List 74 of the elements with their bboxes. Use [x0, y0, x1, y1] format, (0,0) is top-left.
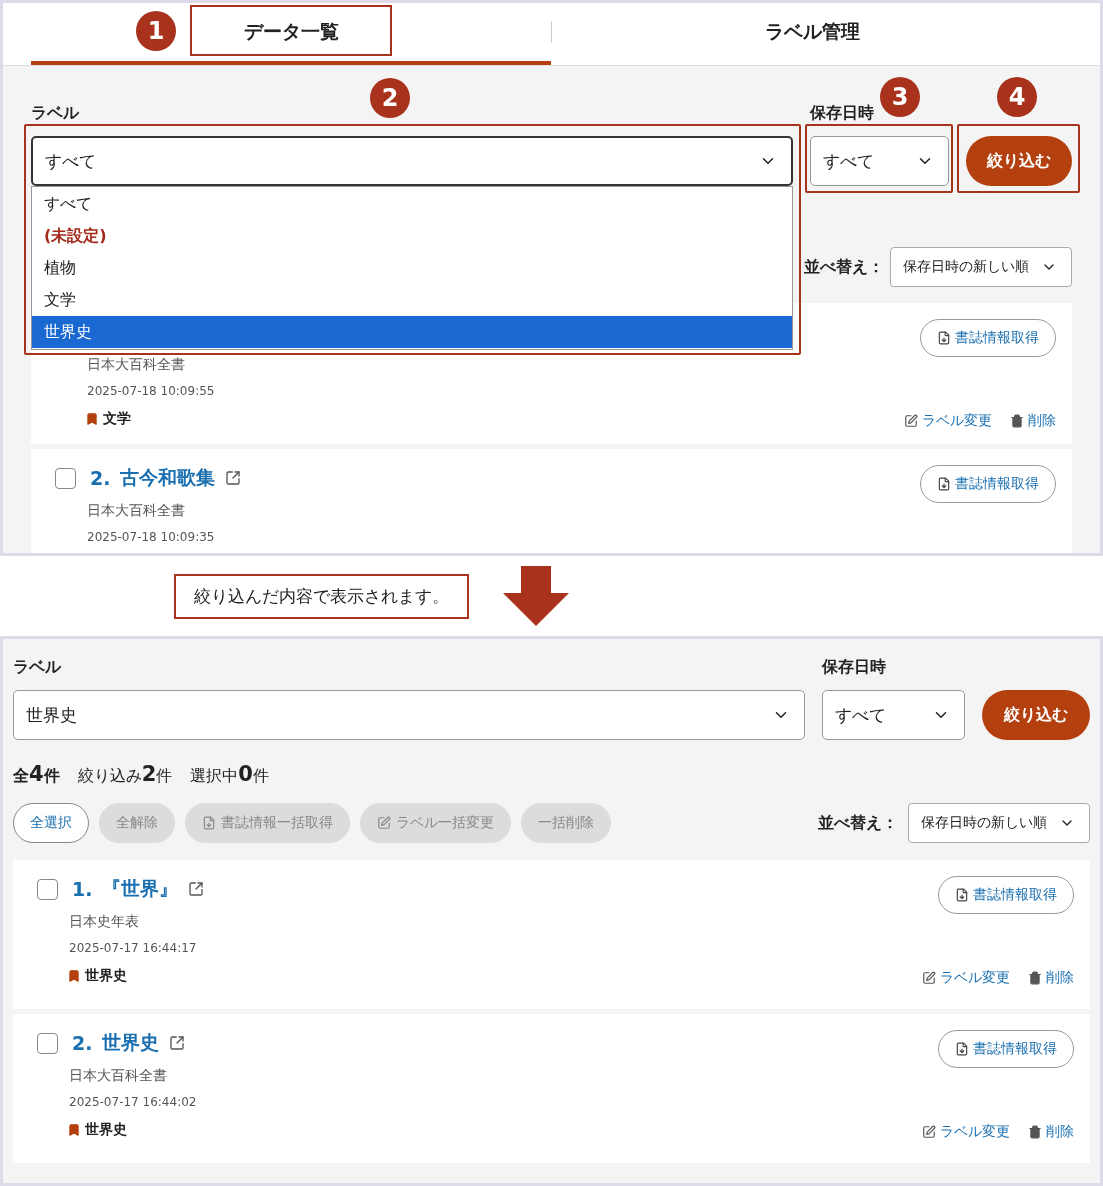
file-download-icon: [937, 477, 951, 491]
relabel-link[interactable]: ラベル変更: [904, 412, 992, 430]
label-caption: ラベル: [13, 657, 62, 677]
item-number: 1.: [72, 878, 93, 900]
item-date: 2025-07-18 10:09:55: [87, 383, 215, 400]
file-download-icon: [937, 331, 951, 345]
step-badge: 3: [880, 77, 920, 117]
trash-icon: [1028, 971, 1042, 985]
date-caption: 保存日時: [822, 657, 887, 677]
filter-button[interactable]: 絞り込む: [982, 690, 1090, 740]
dropdown-option[interactable]: 世界史: [32, 316, 792, 348]
item-number: 2.: [72, 1032, 93, 1054]
bulk-action-button[interactable]: 全選択: [13, 803, 89, 843]
item-number: 2.: [90, 467, 111, 489]
item-label: 世界史: [85, 967, 127, 985]
sort-select[interactable]: 保存日時の新しい順: [890, 247, 1072, 287]
item-checkbox[interactable]: [37, 1032, 58, 1054]
item-date: 2025-07-17 16:44:02: [69, 1094, 197, 1111]
item-date: 2025-07-18 10:09:35: [87, 529, 216, 546]
edit-icon: [922, 1125, 936, 1139]
item-source: 日本史年表: [69, 912, 140, 931]
relabel-link[interactable]: ラベル変更: [922, 1123, 1010, 1141]
fetch-info-button[interactable]: 書誌情報取得: [920, 465, 1056, 503]
external-link-icon[interactable]: [225, 470, 242, 486]
count-text: 全4件: [13, 762, 60, 787]
item-label: 文学: [103, 410, 131, 428]
label-caption: ラベル: [31, 103, 80, 123]
sort-caption: 並べ替え：: [804, 256, 884, 278]
fetch-info-button[interactable]: 書誌情報取得: [938, 876, 1074, 914]
trash-icon: [1010, 414, 1024, 428]
edit-icon: [377, 816, 391, 830]
edit-icon: [922, 971, 936, 985]
external-link-icon[interactable]: [188, 881, 205, 897]
step-badge: 2: [370, 78, 410, 118]
sort-select[interactable]: 保存日時の新しい順: [908, 803, 1090, 843]
item-checkbox[interactable]: [37, 878, 58, 900]
date-caption: 保存日時: [810, 103, 875, 123]
item-source: 日本大百科全書: [87, 355, 186, 374]
file-download-icon: [955, 888, 969, 902]
item-checkbox[interactable]: [55, 467, 76, 489]
bookmark-icon: [85, 412, 99, 426]
bookmark-icon: [67, 969, 81, 983]
item-label: 世界史: [85, 1121, 127, 1139]
file-download-icon: [955, 1042, 969, 1056]
note-text: 絞り込んだ内容で表示されます。: [174, 573, 469, 619]
item-date: 2025-07-17 16:44:17: [69, 940, 198, 957]
edit-icon: [904, 414, 918, 428]
item-title-link[interactable]: 『世界』: [102, 876, 179, 902]
delete-link[interactable]: 削除: [1028, 1123, 1074, 1141]
item-title-link[interactable]: 世界史: [102, 1030, 160, 1056]
relabel-link[interactable]: ラベル変更: [922, 969, 1010, 987]
item-title-link[interactable]: 古今和歌集: [120, 465, 216, 491]
date-select[interactable]: すべて: [810, 136, 949, 186]
sort-caption: 並べ替え：: [818, 812, 898, 834]
item-source: 日本大百科全書: [69, 1066, 168, 1085]
tab[interactable]: ラベル管理: [552, 3, 1072, 65]
fetch-info-button[interactable]: 書誌情報取得: [938, 1030, 1074, 1068]
count-text: 絞り込み2件: [77, 762, 173, 787]
date-select[interactable]: すべて: [822, 690, 965, 740]
external-link-icon[interactable]: [169, 1035, 186, 1051]
bookmark-icon: [67, 1123, 81, 1137]
filter-button[interactable]: 絞り込む: [966, 136, 1072, 186]
trash-icon: [1028, 1125, 1042, 1139]
delete-link[interactable]: 削除: [1028, 969, 1074, 987]
down-arrow-icon: [501, 566, 571, 626]
step-badge: 1: [136, 11, 176, 51]
delete-link[interactable]: 削除: [1010, 412, 1056, 430]
label-select[interactable]: すべて: [31, 136, 793, 186]
label-select[interactable]: 世界史: [13, 690, 805, 740]
count-text: 選択中0件: [190, 762, 269, 787]
fetch-info-button[interactable]: 書誌情報取得: [920, 319, 1056, 357]
file-download-icon: [202, 816, 216, 830]
step-badge: 4: [997, 77, 1037, 117]
item-source: 日本大百科全書: [87, 501, 186, 520]
